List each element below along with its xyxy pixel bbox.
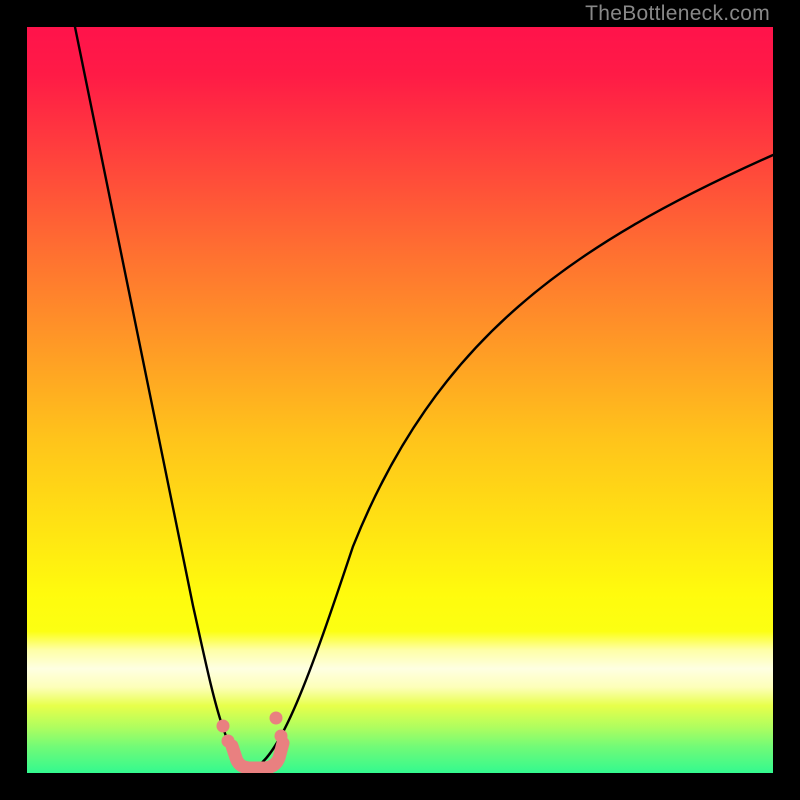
bottleneck-curve <box>27 27 773 773</box>
watermark-text: TheBottleneck.com <box>585 2 770 26</box>
plot-frame <box>27 27 773 773</box>
